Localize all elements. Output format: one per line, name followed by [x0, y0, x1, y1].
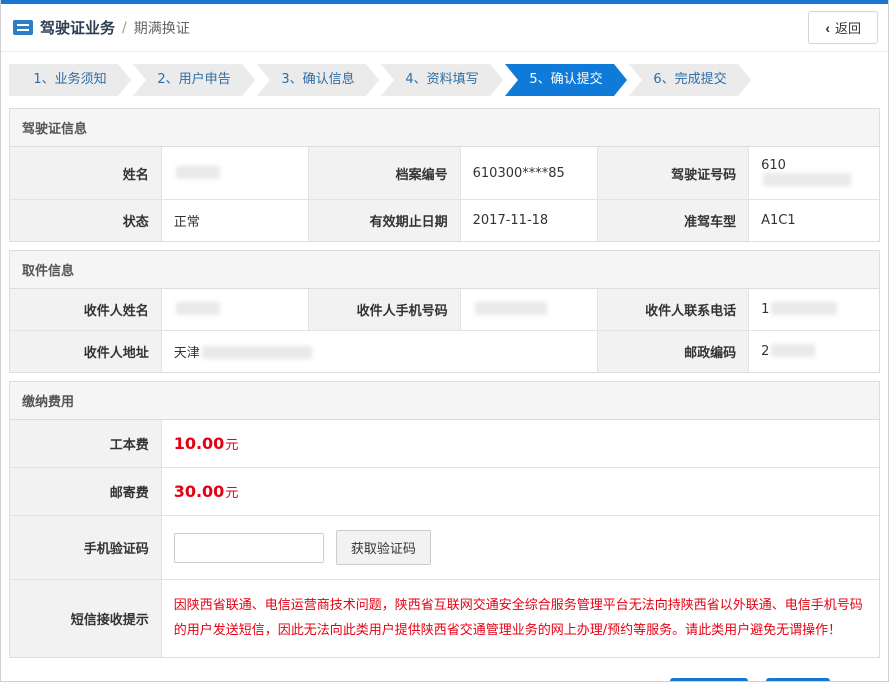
- table-row: 手机验证码 获取验证码: [10, 516, 879, 580]
- license-number-prefix: 610: [761, 158, 786, 173]
- table-row: 工本费 10.00元: [10, 420, 879, 468]
- recipient-name-value: [161, 289, 309, 331]
- recipient-phone-value: [460, 289, 597, 331]
- redacted-zip: [771, 344, 815, 357]
- production-fee-amount: 10.00: [174, 434, 225, 453]
- expiry-date-label: 有效期止日期: [309, 200, 460, 242]
- step-5-confirm-submit: 5、确认提交: [505, 64, 627, 96]
- table-row: 姓名 档案编号 610300****85 驾驶证号码 610: [10, 147, 879, 200]
- table-row: 短信接收提示 因陕西省联通、电信运营商技术问题，陕西省互联网交通安全综合服务管理…: [10, 580, 879, 658]
- previous-step-button[interactable]: 上一步: [670, 678, 748, 682]
- production-fee-unit: 元: [225, 438, 238, 453]
- vehicle-type-value: A1C1: [749, 200, 879, 242]
- address-value: 天津: [161, 331, 597, 373]
- back-button-label: 返回: [835, 18, 861, 37]
- step-3-confirm-info: 3、确认信息: [257, 64, 379, 96]
- redacted-recipient-tel: [771, 302, 837, 315]
- step-wizard: 1、业务须知 2、用户申告 3、确认信息 4、资料填写 5、确认提交 6、完成提…: [1, 52, 888, 100]
- name-value: [161, 147, 309, 200]
- license-info-section: 驾驶证信息 姓名 档案编号 610300****85 驾驶证号码 610 状态 …: [9, 108, 880, 242]
- table-row: 邮寄费 30.00元: [10, 468, 879, 516]
- recipient-name-label: 收件人姓名: [10, 289, 161, 331]
- table-row: 收件人地址 天津 邮政编码 2: [10, 331, 879, 373]
- zip-prefix: 2: [761, 344, 769, 359]
- recipient-tel-prefix: 1: [761, 302, 769, 317]
- fees-section: 缴纳费用 工本费 10.00元 邮寄费 30.00元 手机验证码: [9, 381, 880, 658]
- recipient-phone-label: 收件人手机号码: [309, 289, 460, 331]
- license-card-icon: [13, 20, 33, 35]
- title-area: 驾驶证业务 / 期满换证: [13, 17, 190, 38]
- finish-button[interactable]: 完成: [766, 678, 830, 682]
- recipient-tel-label: 收件人联系电话: [597, 289, 748, 331]
- status-value: 正常: [161, 200, 309, 242]
- get-captcha-button[interactable]: 获取验证码: [336, 530, 431, 565]
- license-section-title: 驾驶证信息: [10, 109, 879, 147]
- captcha-label: 手机验证码: [10, 516, 161, 580]
- redacted-license-number: [763, 173, 851, 186]
- address-prefix: 天津: [174, 346, 200, 361]
- postage-fee-unit: 元: [225, 486, 238, 501]
- bottom-actions: 上一步 完成: [1, 666, 888, 682]
- file-number-label: 档案编号: [309, 147, 460, 200]
- pickup-info-section: 取件信息 收件人姓名 收件人手机号码 收件人联系电话 1 收件人地址 天津 邮政…: [9, 250, 880, 373]
- postage-fee-value: 30.00元: [161, 468, 879, 516]
- license-info-table: 姓名 档案编号 610300****85 驾驶证号码 610 状态 正常 有效期…: [10, 147, 879, 241]
- redacted-name: [176, 166, 220, 179]
- vehicle-type-label: 准驾车型: [597, 200, 748, 242]
- back-button[interactable]: ‹ 返回: [808, 11, 878, 44]
- zip-value: 2: [749, 331, 879, 373]
- redacted-address: [202, 346, 312, 359]
- sms-notice-text: 因陕西省联通、电信运营商技术问题，陕西省互联网交通安全综合服务管理平台无法向持陕…: [174, 594, 867, 643]
- page-container: 驾驶证业务 / 期满换证 ‹ 返回 1、业务须知 2、用户申告 3、确认信息 4…: [0, 0, 889, 682]
- title-separator: /: [122, 20, 127, 36]
- name-label: 姓名: [10, 147, 161, 200]
- fees-table: 工本费 10.00元 邮寄费 30.00元 手机验证码 获取验证码 短信接收提: [10, 420, 879, 657]
- expiry-date-value: 2017-11-18: [460, 200, 597, 242]
- page-header: 驾驶证业务 / 期满换证 ‹ 返回: [1, 4, 888, 52]
- redacted-recipient-name: [176, 302, 220, 315]
- captcha-cell: 获取验证码: [161, 516, 879, 580]
- license-number-value: 610: [749, 147, 879, 200]
- captcha-input[interactable]: [174, 533, 324, 563]
- step-1-business-notice: 1、业务须知: [9, 64, 131, 96]
- fees-section-title: 缴纳费用: [10, 382, 879, 420]
- license-number-label: 驾驶证号码: [597, 147, 748, 200]
- page-title: 驾驶证业务: [40, 17, 115, 38]
- sms-tip-cell: 因陕西省联通、电信运营商技术问题，陕西省互联网交通安全综合服务管理平台无法向持陕…: [161, 580, 879, 658]
- pickup-section-title: 取件信息: [10, 251, 879, 289]
- production-fee-value: 10.00元: [161, 420, 879, 468]
- page-subtitle: 期满换证: [134, 18, 190, 38]
- table-row: 状态 正常 有效期止日期 2017-11-18 准驾车型 A1C1: [10, 200, 879, 242]
- table-row: 收件人姓名 收件人手机号码 收件人联系电话 1: [10, 289, 879, 331]
- status-label: 状态: [10, 200, 161, 242]
- file-number-value: 610300****85: [460, 147, 597, 200]
- pickup-info-table: 收件人姓名 收件人手机号码 收件人联系电话 1 收件人地址 天津 邮政编码 2: [10, 289, 879, 372]
- sms-tip-label: 短信接收提示: [10, 580, 161, 658]
- production-fee-label: 工本费: [10, 420, 161, 468]
- postage-fee-label: 邮寄费: [10, 468, 161, 516]
- step-2-user-declaration: 2、用户申告: [133, 64, 255, 96]
- postage-fee-amount: 30.00: [174, 482, 225, 501]
- step-6-complete-submit: 6、完成提交: [629, 64, 751, 96]
- zip-label: 邮政编码: [597, 331, 748, 373]
- redacted-recipient-phone: [475, 302, 547, 315]
- step-4-fill-data: 4、资料填写: [381, 64, 503, 96]
- address-label: 收件人地址: [10, 331, 161, 373]
- recipient-tel-value: 1: [749, 289, 879, 331]
- chevron-left-icon: ‹: [825, 21, 830, 35]
